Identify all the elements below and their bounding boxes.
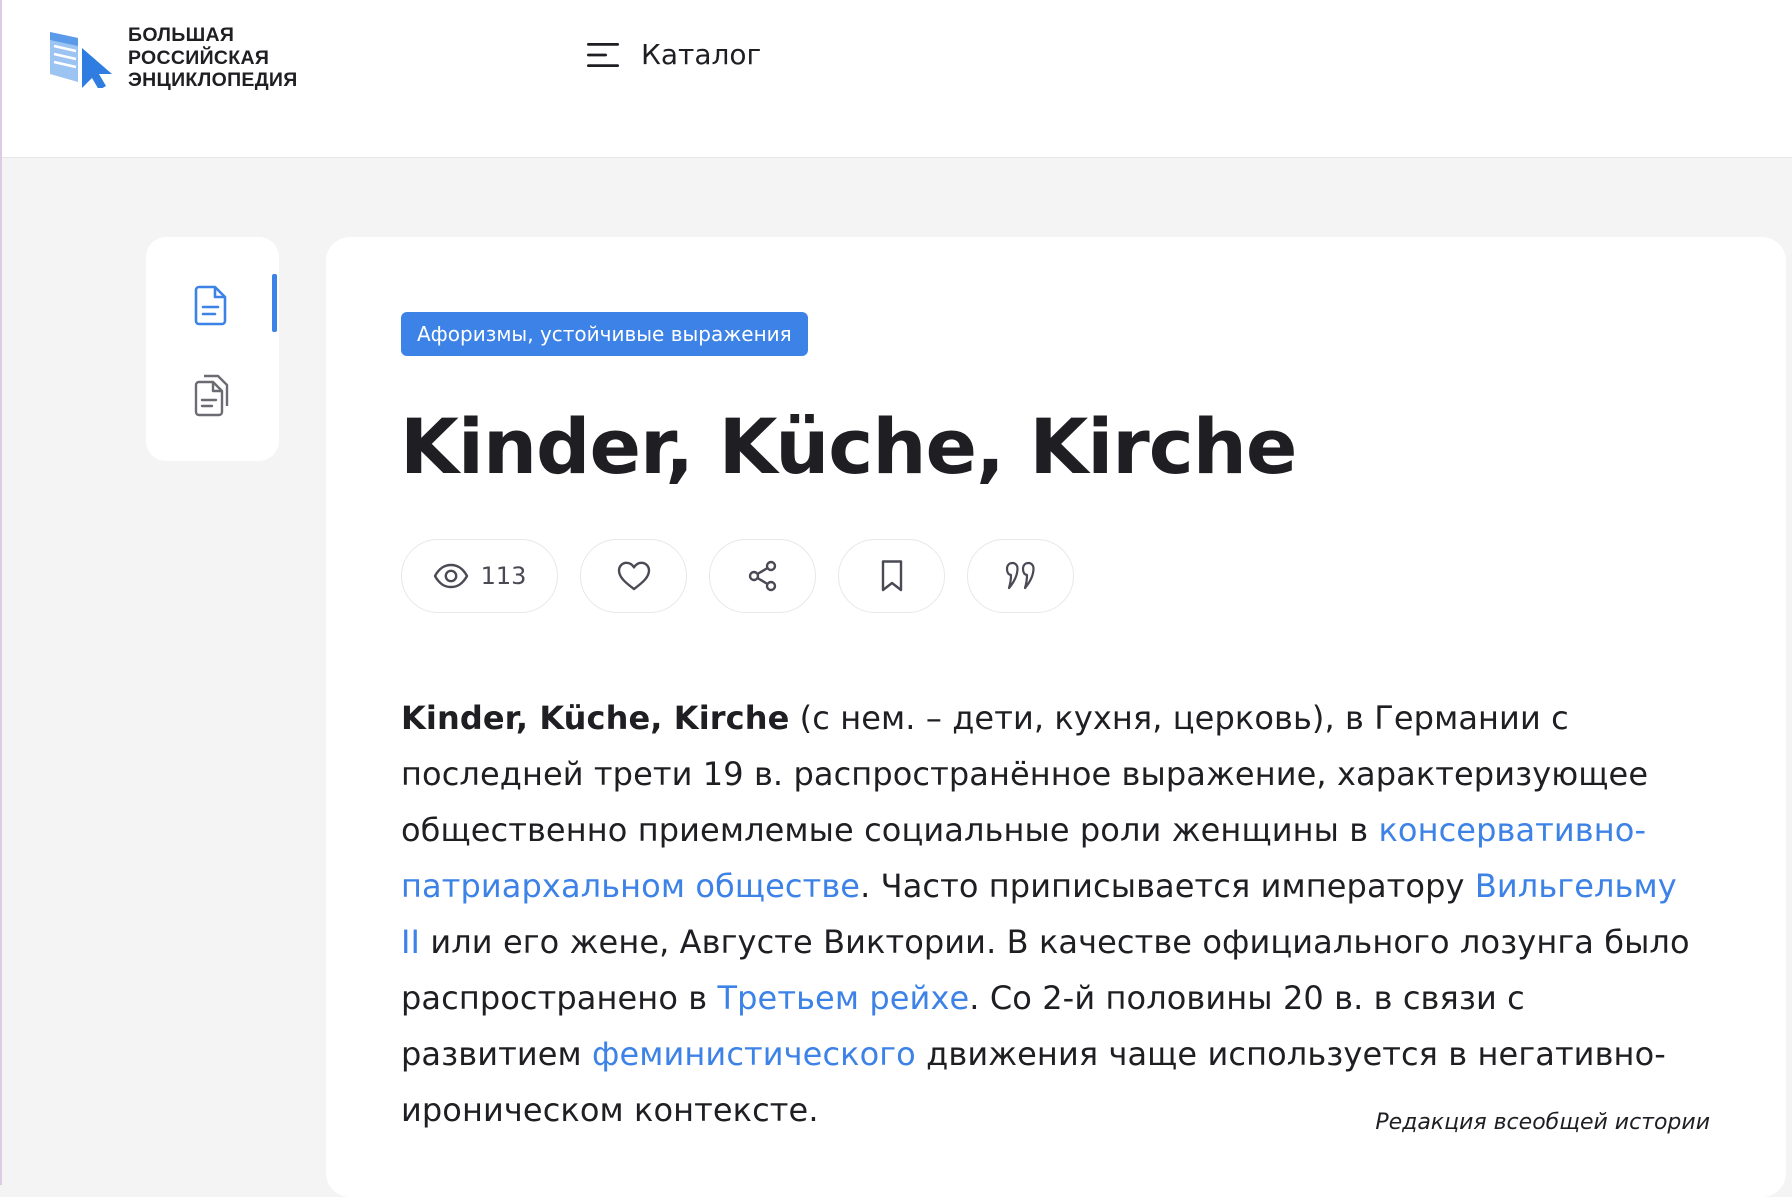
eye-icon xyxy=(433,563,468,589)
bookmark-button[interactable] xyxy=(838,539,945,613)
article-sidebar xyxy=(146,237,279,461)
heart-icon xyxy=(617,561,650,591)
logo-book-cursor-icon xyxy=(50,32,112,88)
article-author: Редакция всеобщей истории xyxy=(1375,1110,1710,1135)
quote-icon xyxy=(1005,561,1035,590)
share-button[interactable] xyxy=(709,539,816,613)
cite-button[interactable] xyxy=(967,539,1074,613)
category-tag[interactable]: Афоризмы, устойчивые выражения xyxy=(401,312,808,356)
link-feminist[interactable]: феминистического xyxy=(592,1035,916,1073)
article-body: Kinder, Küche, Kirche (с нем. – дети, ку… xyxy=(401,690,1701,1138)
active-tab-indicator xyxy=(272,274,277,332)
sidebar-item-article[interactable] xyxy=(188,282,234,328)
views-counter: 113 xyxy=(401,539,558,613)
bookmark-icon xyxy=(881,560,902,592)
article-card: Афоризмы, устойчивые выражения Kinder, K… xyxy=(326,237,1786,1197)
catalog-button[interactable]: Каталог xyxy=(585,38,761,71)
link-third-reich[interactable]: Третьем рейхе xyxy=(718,979,970,1017)
views-count: 113 xyxy=(480,562,527,590)
site-header: БОЛЬШАЯ РОССИЙСКАЯ ЭНЦИКЛОПЕДИЯ Каталог xyxy=(2,0,1792,158)
sidebar-item-versions[interactable] xyxy=(188,372,234,418)
documents-stack-icon xyxy=(194,374,229,417)
logo-line: РОССИЙСКАЯ xyxy=(128,46,270,69)
logo-line: БОЛЬШАЯ xyxy=(128,24,235,46)
like-button[interactable] xyxy=(580,539,687,613)
logo-line: ЭНЦИКЛОПЕДИЯ xyxy=(128,69,298,91)
window-edge xyxy=(0,0,2,1185)
body-text: . Часто приписывается императору xyxy=(860,867,1475,905)
document-icon xyxy=(194,285,227,326)
catalog-label: Каталог xyxy=(641,38,762,71)
article-actions: 113 xyxy=(401,539,1074,613)
share-icon xyxy=(748,560,776,592)
article-title: Kinder, Küche, Kirche xyxy=(400,402,1297,491)
logo-wordmark: БОЛЬШАЯ РОССИЙСКАЯ ЭНЦИКЛОПЕДИЯ xyxy=(128,24,298,92)
menu-icon xyxy=(587,42,619,67)
site-logo[interactable]: БОЛЬШАЯ РОССИЙСКАЯ ЭНЦИКЛОПЕДИЯ xyxy=(48,24,298,92)
article-term: Kinder, Küche, Kirche xyxy=(401,699,790,737)
